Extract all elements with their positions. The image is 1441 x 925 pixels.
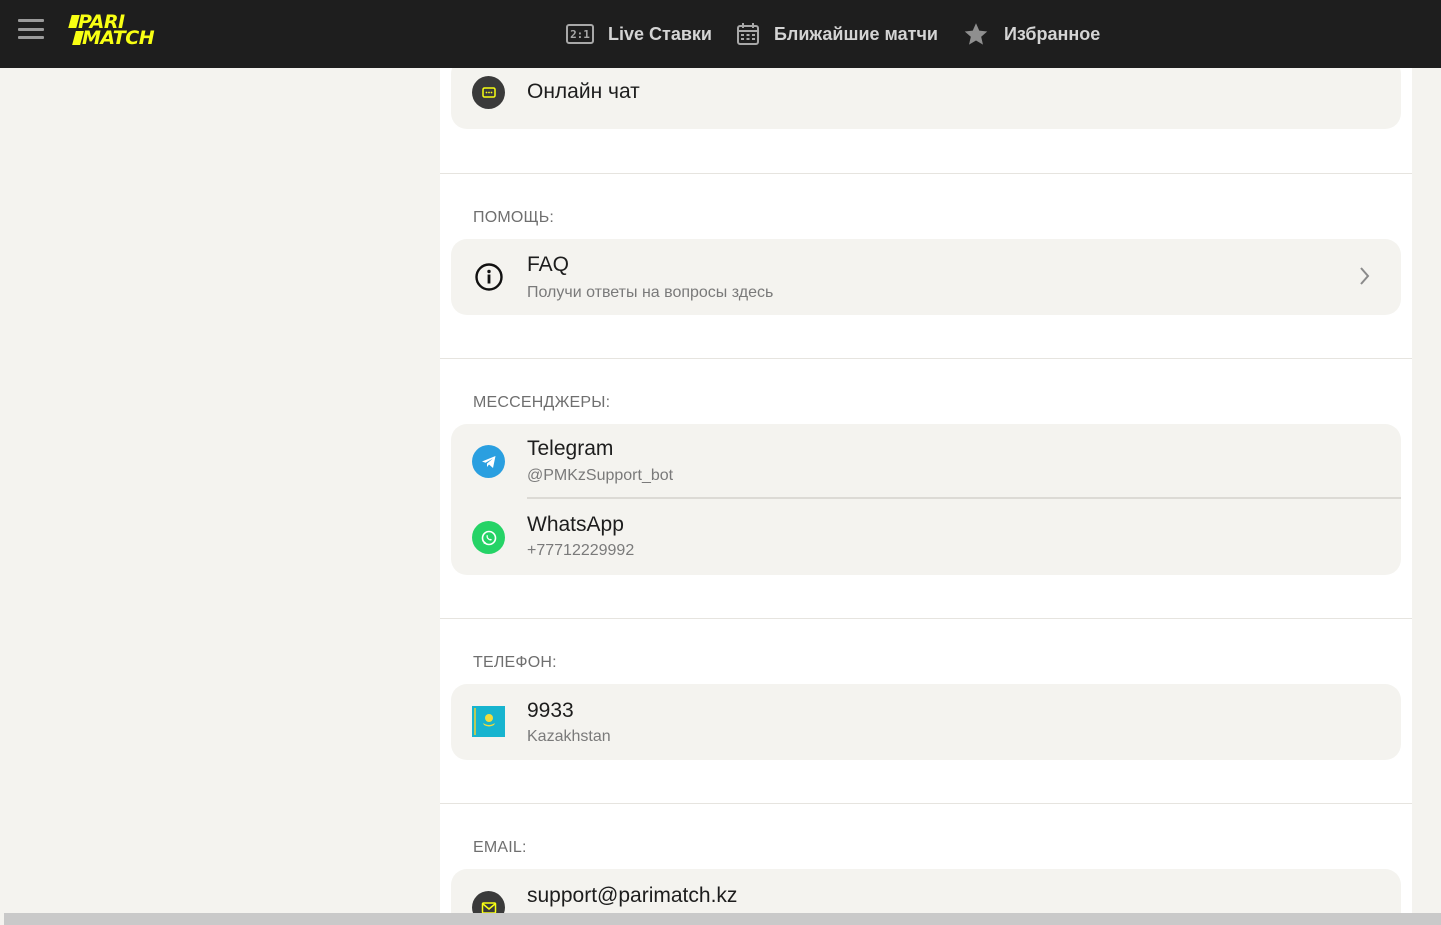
logo-text-match: MATCH (82, 27, 155, 49)
email-address: support@parimatch.kz (527, 884, 738, 907)
online-chat-row[interactable]: Онлайн чат (451, 68, 1401, 129)
nav-upcoming-matches[interactable]: Ближайшие матчи (736, 22, 938, 46)
mail-icon (472, 891, 505, 914)
nav-favorites[interactable]: Избранное (962, 21, 1100, 48)
email-section-label: EMAIL: (473, 839, 527, 856)
menu-icon[interactable] (18, 19, 44, 39)
star-icon (962, 21, 990, 48)
phone-number: 9933 (527, 699, 574, 722)
online-chat-title: Онлайн чат (527, 80, 640, 103)
faq-title: FAQ (527, 253, 570, 276)
top-nav: 2:1 Live Ставки Ближайшие матчи Избранно… (566, 0, 1124, 68)
help-section-label: ПОМОЩЬ: (473, 209, 555, 226)
phone-section-label: ТЕЛЕФОН: (473, 654, 557, 671)
chevron-right-icon (1359, 266, 1371, 291)
messengers-section-label: МЕССЕНДЖЕРЫ: (473, 394, 611, 411)
faq-subtitle: Получи ответы на вопросы здесь (527, 284, 774, 301)
nav-upcoming-matches-label: Ближайшие матчи (773, 23, 938, 44)
info-icon (472, 260, 505, 293)
phone-row[interactable]: 9933 Kazakhstan (451, 684, 1401, 760)
chat-icon (472, 76, 505, 109)
whatsapp-icon (472, 521, 505, 554)
divider (440, 618, 1412, 619)
whatsapp-number: +77712229992 (527, 542, 635, 559)
email-card: support@parimatch.kz (451, 869, 1401, 914)
nav-live-bets-label: Live Ставки (608, 23, 712, 44)
faq-row[interactable]: FAQ Получи ответы на вопросы здесь (451, 239, 1401, 315)
telegram-title: Telegram (527, 437, 614, 460)
phone-card: 9933 Kazakhstan (451, 684, 1401, 760)
nav-live-bets[interactable]: 2:1 Live Ставки (566, 24, 712, 45)
kazakhstan-flag-icon (472, 706, 505, 737)
whatsapp-title: WhatsApp (527, 513, 624, 536)
telegram-handle: @PMKzSupport_bot (527, 467, 674, 484)
score-2-1-icon: 2:1 (566, 24, 594, 44)
top-bar: PARI MATCH 2:1 Live Ставки Ближайшие мат… (0, 0, 1441, 68)
messengers-card: Telegram @PMKzSupport_bot WhatsApp +7771… (451, 424, 1401, 575)
divider (440, 803, 1412, 804)
phone-country: Kazakhstan (527, 728, 611, 745)
divider (440, 358, 1412, 359)
horizontal-scrollbar[interactable] (4, 913, 1441, 925)
online-chat-card: Онлайн чат (451, 68, 1401, 129)
telegram-row[interactable]: Telegram @PMKzSupport_bot (451, 424, 1401, 498)
nav-favorites-label: Избранное (1003, 23, 1101, 44)
divider (440, 173, 1412, 174)
whatsapp-row[interactable]: WhatsApp +77712229992 (451, 499, 1401, 575)
parimatch-logo[interactable]: PARI MATCH (68, 13, 178, 49)
calendar-icon (736, 22, 760, 46)
email-row[interactable]: support@parimatch.kz (451, 869, 1401, 914)
telegram-icon (472, 445, 505, 478)
faq-card: FAQ Получи ответы на вопросы здесь (451, 239, 1401, 315)
support-panel: Онлайн чат ПОМОЩЬ: FAQ Получи ответы на … (440, 68, 1412, 914)
